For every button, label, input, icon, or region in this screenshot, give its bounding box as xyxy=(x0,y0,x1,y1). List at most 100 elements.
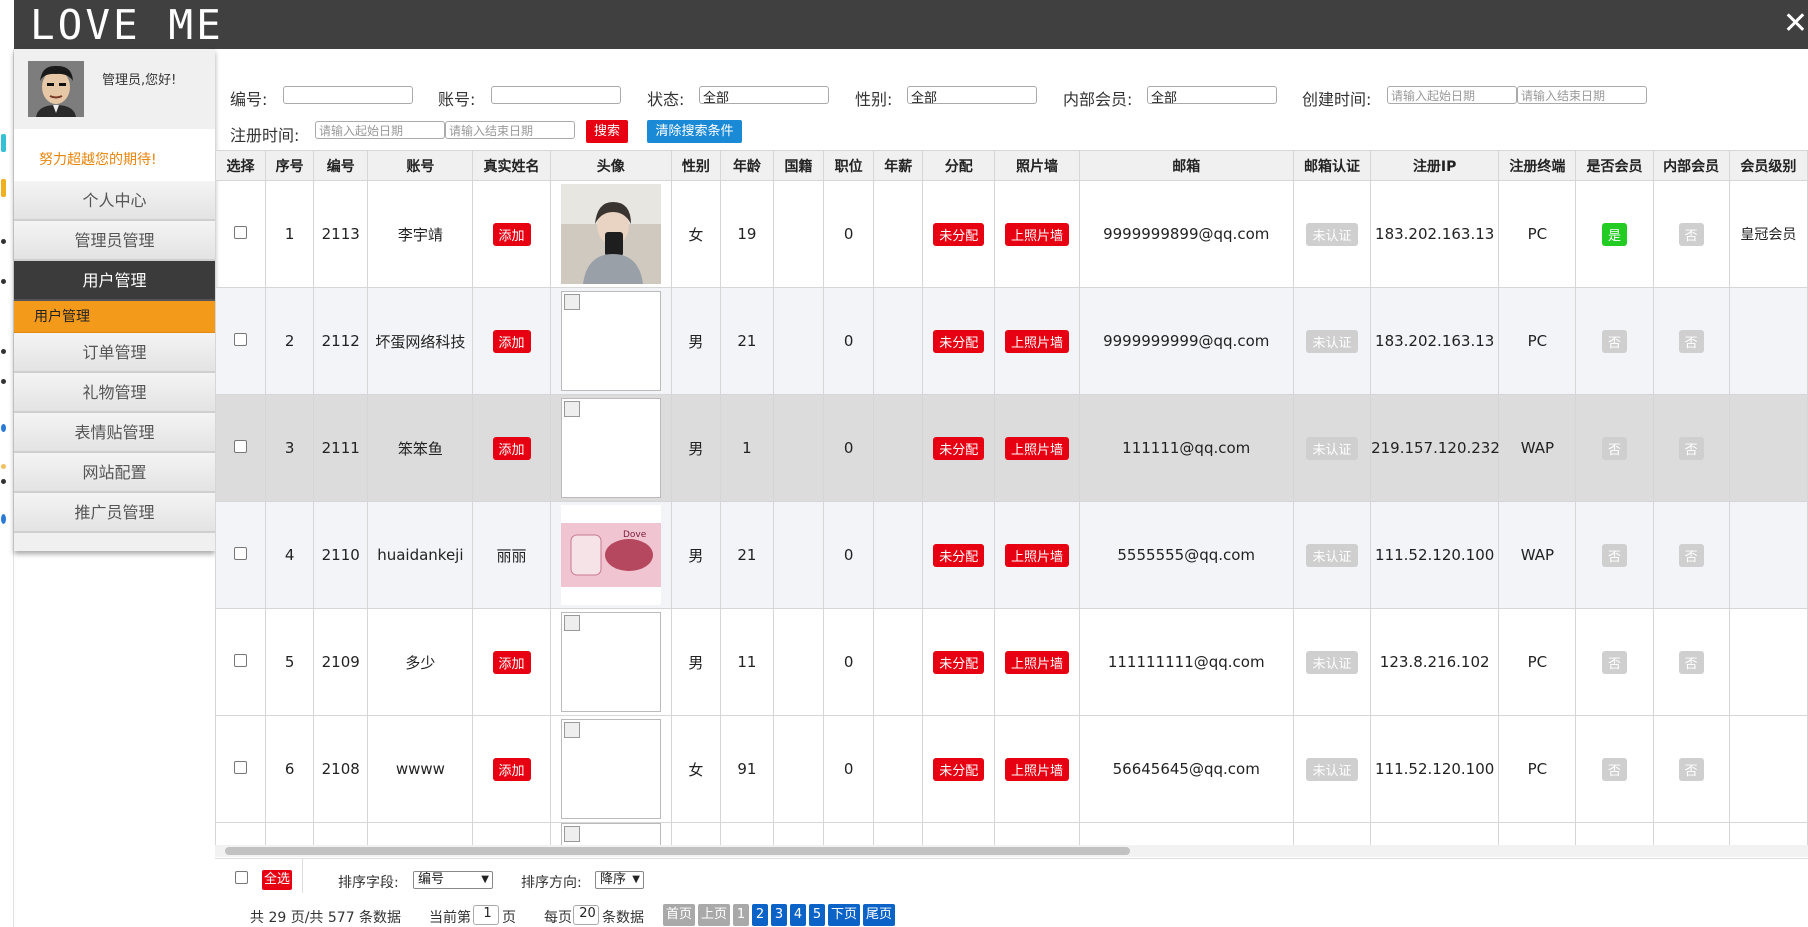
pager-first[interactable]: 首页 xyxy=(663,904,695,926)
top-bar: LOVE ME ✕ xyxy=(14,0,1808,49)
salary-cell xyxy=(873,501,924,609)
nationality-cell xyxy=(772,715,825,823)
select-all-checkbox[interactable] xyxy=(235,871,248,884)
member-toggle[interactable]: 否 xyxy=(1602,436,1628,460)
search-button[interactable]: 搜索 xyxy=(586,120,628,143)
photo-wall-cell: 上照片墙 xyxy=(994,287,1080,395)
avatar-cell: Dove xyxy=(549,501,672,609)
column-header: 编号 xyxy=(313,150,369,181)
photo-wall-button[interactable]: 上照片墙 xyxy=(1004,650,1069,674)
member-level-cell xyxy=(1728,608,1808,716)
pager-page-4[interactable]: 4 xyxy=(790,904,806,926)
account-cell: huaidankeji xyxy=(367,501,474,609)
member-toggle[interactable]: 否 xyxy=(1602,329,1628,353)
nationality-cell xyxy=(772,394,825,502)
seq-cell: 3 xyxy=(265,394,315,502)
email-verify-badge[interactable]: 未认证 xyxy=(1306,543,1358,567)
internal-member-cell: 否 xyxy=(1652,287,1730,395)
row-checkbox[interactable] xyxy=(234,226,248,239)
member-toggle[interactable]: 否 xyxy=(1602,650,1628,674)
add-realname-button[interactable]: 添加 xyxy=(492,650,531,674)
column-header: 头像 xyxy=(549,150,672,181)
sort-direction-select[interactable]: 降序 ▼ xyxy=(595,871,644,889)
sidebar-item-personal-center[interactable]: 个人中心 xyxy=(14,181,215,221)
pager-page-5[interactable]: 5 xyxy=(809,904,825,926)
email-verify-badge[interactable]: 未认证 xyxy=(1306,650,1358,674)
sidebar-item-admin-management[interactable]: 管理员管理 xyxy=(14,221,215,261)
user-table: 选择 序号 编号 账号 真实姓名 头像 性别 年龄 国籍 职位 年薪 分配 照片墙 邮箱 邮箱认证 注册IP 注… xyxy=(215,150,1808,845)
internal-member-toggle[interactable]: 否 xyxy=(1678,650,1704,674)
sort-field-select[interactable]: 编号 ▼ xyxy=(413,871,493,889)
row-checkbox[interactable] xyxy=(234,440,248,453)
created-end-input[interactable]: 请输入结束日期 xyxy=(1517,86,1647,104)
clear-search-button[interactable]: 清除搜索条件 xyxy=(647,120,742,143)
photo-wall-button[interactable]: 上照片墙 xyxy=(1004,222,1069,246)
photo-wall-button[interactable]: 上照片墙 xyxy=(1004,543,1069,567)
sidebar-subitem-user-management[interactable]: 用户管理 xyxy=(14,301,215,333)
photo-wall-cell: 上照片墙 xyxy=(994,608,1080,716)
pager-page-2[interactable]: 2 xyxy=(752,904,768,926)
row-checkbox[interactable] xyxy=(234,547,248,560)
current-page-input[interactable]: 1 xyxy=(473,905,499,925)
row-checkbox[interactable] xyxy=(234,654,248,667)
per-page-input[interactable]: 20 xyxy=(573,905,599,925)
add-realname-button[interactable]: 添加 xyxy=(492,757,531,781)
pager-next[interactable]: 下页 xyxy=(828,904,860,926)
member-toggle[interactable]: 否 xyxy=(1602,543,1628,567)
pager-last[interactable]: 尾页 xyxy=(863,904,895,926)
empty-cell xyxy=(994,822,1080,845)
photo-wall-button[interactable]: 上照片墙 xyxy=(1004,757,1069,781)
member-level-cell xyxy=(1728,394,1808,502)
email-verify-badge[interactable]: 未认证 xyxy=(1306,222,1358,246)
member-cell: 否 xyxy=(1575,394,1654,502)
row-checkbox[interactable] xyxy=(234,761,248,774)
column-header: 会员级别 xyxy=(1728,150,1808,181)
avatar-broken-image xyxy=(560,823,661,845)
select-all-button[interactable]: 全选 xyxy=(262,870,292,890)
add-realname-button[interactable]: 添加 xyxy=(492,222,531,246)
terminal-cell: WAP xyxy=(1498,394,1577,502)
assign-button[interactable]: 未分配 xyxy=(933,650,985,674)
photo-wall-button[interactable]: 上照片墙 xyxy=(1004,329,1069,353)
internal-member-toggle[interactable]: 否 xyxy=(1678,543,1704,567)
add-realname-button[interactable]: 添加 xyxy=(492,436,531,460)
member-toggle[interactable]: 否 xyxy=(1602,757,1628,781)
sidebar-item-order-management[interactable]: 订单管理 xyxy=(14,333,215,373)
sidebar-item-sticker-management[interactable]: 表情贴管理 xyxy=(14,413,215,453)
reg-start-input[interactable]: 请输入起始日期 xyxy=(315,121,445,139)
sidebar-item-gift-management[interactable]: 礼物管理 xyxy=(14,373,215,413)
gender-label: 性别: xyxy=(855,90,893,109)
assign-button[interactable]: 未分配 xyxy=(933,757,985,781)
horizontal-scrollbar[interactable] xyxy=(215,845,1808,857)
photo-wall-button[interactable]: 上照片墙 xyxy=(1004,436,1069,460)
sidebar-item-promoter-management[interactable]: 推广员管理 xyxy=(14,493,215,533)
email-verify-badge[interactable]: 未认证 xyxy=(1306,329,1358,353)
created-start-input[interactable]: 请输入起始日期 xyxy=(1387,86,1517,104)
id-input[interactable] xyxy=(283,86,413,104)
row-checkbox[interactable] xyxy=(234,333,248,346)
scrollbar-thumb[interactable] xyxy=(225,847,1130,855)
member-toggle[interactable]: 是 xyxy=(1602,222,1628,246)
reg-end-input[interactable]: 请输入结束日期 xyxy=(445,121,575,139)
close-icon[interactable]: ✕ xyxy=(1768,6,1808,42)
email-verify-badge[interactable]: 未认证 xyxy=(1306,757,1358,781)
pager-prev[interactable]: 上页 xyxy=(698,904,730,926)
assign-button[interactable]: 未分配 xyxy=(933,436,985,460)
pager-page-1[interactable]: 1 xyxy=(733,904,749,926)
assign-button[interactable]: 未分配 xyxy=(933,329,985,353)
internal-member-toggle[interactable]: 否 xyxy=(1678,222,1704,246)
status-select[interactable]: 全部 xyxy=(699,86,829,106)
pager-page-3[interactable]: 3 xyxy=(771,904,787,926)
account-input[interactable] xyxy=(491,86,621,104)
internal-member-toggle[interactable]: 否 xyxy=(1678,436,1704,460)
internal-member-toggle[interactable]: 否 xyxy=(1678,757,1704,781)
assign-button[interactable]: 未分配 xyxy=(933,543,985,567)
add-realname-button[interactable]: 添加 xyxy=(492,329,531,353)
internal-member-select[interactable]: 全部 xyxy=(1147,86,1277,106)
email-verify-badge[interactable]: 未认证 xyxy=(1306,436,1358,460)
gender-select[interactable]: 全部 xyxy=(907,86,1037,106)
internal-member-toggle[interactable]: 否 xyxy=(1678,329,1704,353)
sidebar-item-user-management[interactable]: 用户管理 xyxy=(14,261,215,301)
sidebar-item-site-config[interactable]: 网站配置 xyxy=(14,453,215,493)
assign-button[interactable]: 未分配 xyxy=(933,222,985,246)
